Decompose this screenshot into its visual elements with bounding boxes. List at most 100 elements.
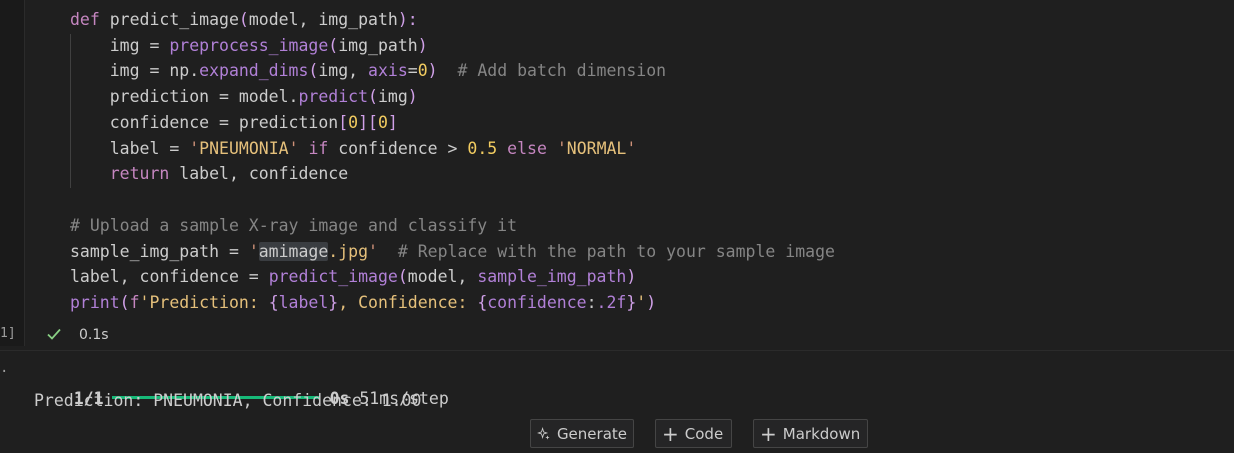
code-token: img, bbox=[318, 61, 369, 80]
code-token: ' bbox=[626, 139, 637, 158]
code-token: model, bbox=[407, 267, 478, 286]
code-token: ' bbox=[556, 139, 567, 158]
code-token: ' bbox=[368, 242, 378, 261]
plus-icon: + bbox=[760, 421, 777, 446]
code-token: , Confidence: bbox=[338, 293, 478, 312]
code-token: } bbox=[626, 293, 637, 312]
code-token: confidence > bbox=[328, 139, 468, 158]
code-token: { bbox=[477, 293, 488, 312]
code-token: ) bbox=[417, 36, 428, 55]
code-token: ' bbox=[288, 139, 299, 158]
code-line[interactable]: sample_img_path = 'amimage.jpg' # Replac… bbox=[70, 239, 835, 265]
code-token: 0 bbox=[348, 113, 359, 132]
code-token: } bbox=[328, 293, 339, 312]
code-token: f bbox=[129, 293, 140, 312]
code-token: predict_image bbox=[268, 267, 398, 286]
code-token: = bbox=[407, 61, 418, 80]
code-token: img bbox=[377, 87, 408, 106]
code-token: ) bbox=[626, 267, 637, 286]
code-line[interactable]: return label, confidence bbox=[70, 161, 348, 187]
code-token: confidence = prediction bbox=[70, 113, 339, 132]
code-token: ( bbox=[238, 10, 249, 29]
code-token: ( bbox=[119, 293, 130, 312]
execution-count: 1] bbox=[0, 326, 16, 341]
code-line[interactable]: def predict_image(model, img_path): bbox=[70, 7, 418, 33]
code-token: NORMAL bbox=[566, 139, 627, 158]
code-token: sample_img_path bbox=[477, 267, 627, 286]
code-token: 'Prediction: bbox=[139, 293, 269, 312]
code-token: 0.5 bbox=[467, 139, 498, 158]
code-token: ): bbox=[397, 10, 418, 29]
code-token: img = bbox=[70, 36, 170, 55]
cell-gutter bbox=[0, 0, 24, 346]
code-token: predict_image bbox=[109, 10, 239, 29]
code-token: # Add batch dimension bbox=[457, 61, 667, 80]
generate-button[interactable]: Generate bbox=[530, 419, 634, 448]
code-token: amimage bbox=[258, 242, 329, 261]
code-token: axis bbox=[368, 61, 408, 80]
code-token: ' bbox=[248, 242, 259, 261]
code-token: # Replace with the path to your sample i… bbox=[397, 242, 835, 261]
code-token: ( bbox=[308, 61, 319, 80]
code-token: ] bbox=[387, 113, 398, 132]
code-token: label, confidence = bbox=[70, 267, 269, 286]
code-token: confidence bbox=[487, 293, 587, 312]
output-divider bbox=[0, 350, 1234, 351]
code-token: ][ bbox=[358, 113, 378, 132]
code-token: ) bbox=[407, 87, 418, 106]
code-line[interactable]: # Upload a sample X-ray image and classi… bbox=[70, 213, 517, 239]
code-token: if bbox=[308, 139, 329, 158]
code-token: .jpg bbox=[328, 242, 369, 261]
code-line[interactable]: img = np.expand_dims(img, axis=0) # Add … bbox=[70, 58, 666, 84]
code-token: ' bbox=[636, 293, 647, 312]
code-token: 0 bbox=[377, 113, 388, 132]
code-token: [ bbox=[338, 113, 349, 132]
code-line[interactable]: label = 'PNEUMONIA' if confidence > 0.5 … bbox=[70, 136, 637, 162]
code-line[interactable]: label, confidence = predict_image(model,… bbox=[70, 264, 636, 290]
code-token: label, confidence bbox=[169, 164, 349, 183]
add-code-label: Code bbox=[684, 424, 724, 443]
code-line[interactable]: print(f'Prediction: {label}, Confidence:… bbox=[70, 290, 656, 316]
code-token: { bbox=[268, 293, 279, 312]
code-token: ' bbox=[189, 139, 200, 158]
code-token: : bbox=[586, 293, 597, 312]
code-token: ( bbox=[397, 267, 408, 286]
sparkle-icon bbox=[537, 426, 550, 440]
code-token: model, img_path bbox=[248, 10, 398, 29]
code-token: .2f bbox=[596, 293, 627, 312]
code-token: preprocess_image bbox=[169, 36, 329, 55]
code-token: prediction = model. bbox=[70, 87, 299, 106]
code-token: def bbox=[70, 10, 110, 29]
code-token: # Upload a sample X-ray image and classi… bbox=[70, 216, 518, 235]
notebook-page: def predict_image(model, img_path): img … bbox=[0, 0, 1234, 453]
code-token: img = np. bbox=[70, 61, 200, 80]
generate-label: Generate bbox=[556, 424, 627, 443]
code-line[interactable]: img = preprocess_image(img_path) bbox=[70, 33, 428, 59]
output-bullet: · bbox=[0, 364, 9, 380]
code-token: ( bbox=[368, 87, 378, 106]
code-token: predict bbox=[298, 87, 369, 106]
code-line[interactable]: confidence = prediction[0][0] bbox=[70, 110, 398, 136]
code-token: ) bbox=[646, 293, 657, 312]
code-token: return bbox=[109, 164, 170, 183]
add-markdown-button[interactable]: + Markdown bbox=[753, 419, 868, 448]
code-token: label bbox=[278, 293, 329, 312]
prediction-output: Prediction: PNEUMONIA, Confidence: 1.00 bbox=[34, 391, 422, 410]
code-token: ( bbox=[328, 36, 339, 55]
plus-icon: + bbox=[662, 421, 679, 446]
add-code-button[interactable]: + Code bbox=[655, 419, 732, 448]
code-token: 0 bbox=[417, 61, 428, 80]
check-icon bbox=[47, 328, 61, 340]
code-token: label = bbox=[70, 139, 190, 158]
code-token: print bbox=[70, 293, 120, 312]
code-token: expand_dims bbox=[199, 61, 309, 80]
add-markdown-label: Markdown bbox=[782, 424, 861, 443]
code-token: PNEUMONIA bbox=[199, 139, 289, 158]
code-line[interactable]: prediction = model.predict(img) bbox=[70, 84, 418, 110]
